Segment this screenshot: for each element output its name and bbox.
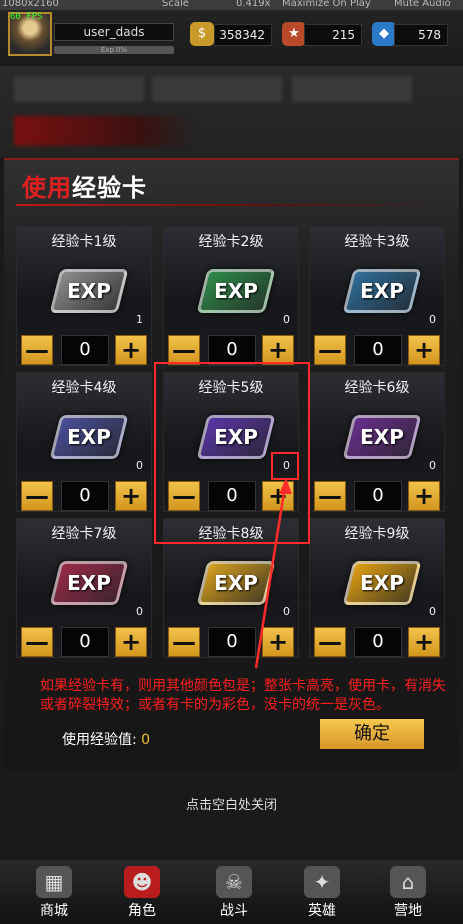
battle-icon: ☠ (216, 866, 252, 898)
nav-item-hero[interactable]: ✦ 英雄 (284, 866, 360, 919)
use-exp-value: 0 (141, 732, 151, 748)
nav-item-shop[interactable]: ▦ 商城 (16, 866, 92, 919)
nav-label: 英雄 (308, 903, 336, 919)
use-exp-label: 使用经验值: 0 (62, 729, 150, 749)
nav-label: 营地 (394, 903, 422, 919)
nav-label: 角色 (128, 903, 156, 919)
nav-item-character[interactable]: ☻ 角色 (104, 866, 180, 919)
nav-item-battle[interactable]: ☠ 战斗 (196, 866, 272, 919)
annotation-text: 如果经验卡有，则用其他颜色包是；整张卡高亮，使用卡，有消失或者碎裂特效；或者有卡… (40, 678, 446, 713)
nav-label: 商城 (40, 903, 68, 919)
annotation-arrow (254, 478, 292, 669)
nav-label: 战斗 (220, 903, 248, 919)
character-icon: ☻ (124, 866, 160, 898)
hero-icon: ✦ (304, 866, 340, 898)
nav-item-camp[interactable]: ⌂ 营地 (370, 866, 446, 919)
confirm-button[interactable]: 确定 (320, 719, 424, 749)
shop-icon: ▦ (36, 866, 72, 898)
close-hint[interactable]: 点击空白处关闭 (0, 794, 463, 813)
camp-icon: ⌂ (390, 866, 426, 898)
use-exp-text: 使用经验值: (62, 732, 137, 748)
